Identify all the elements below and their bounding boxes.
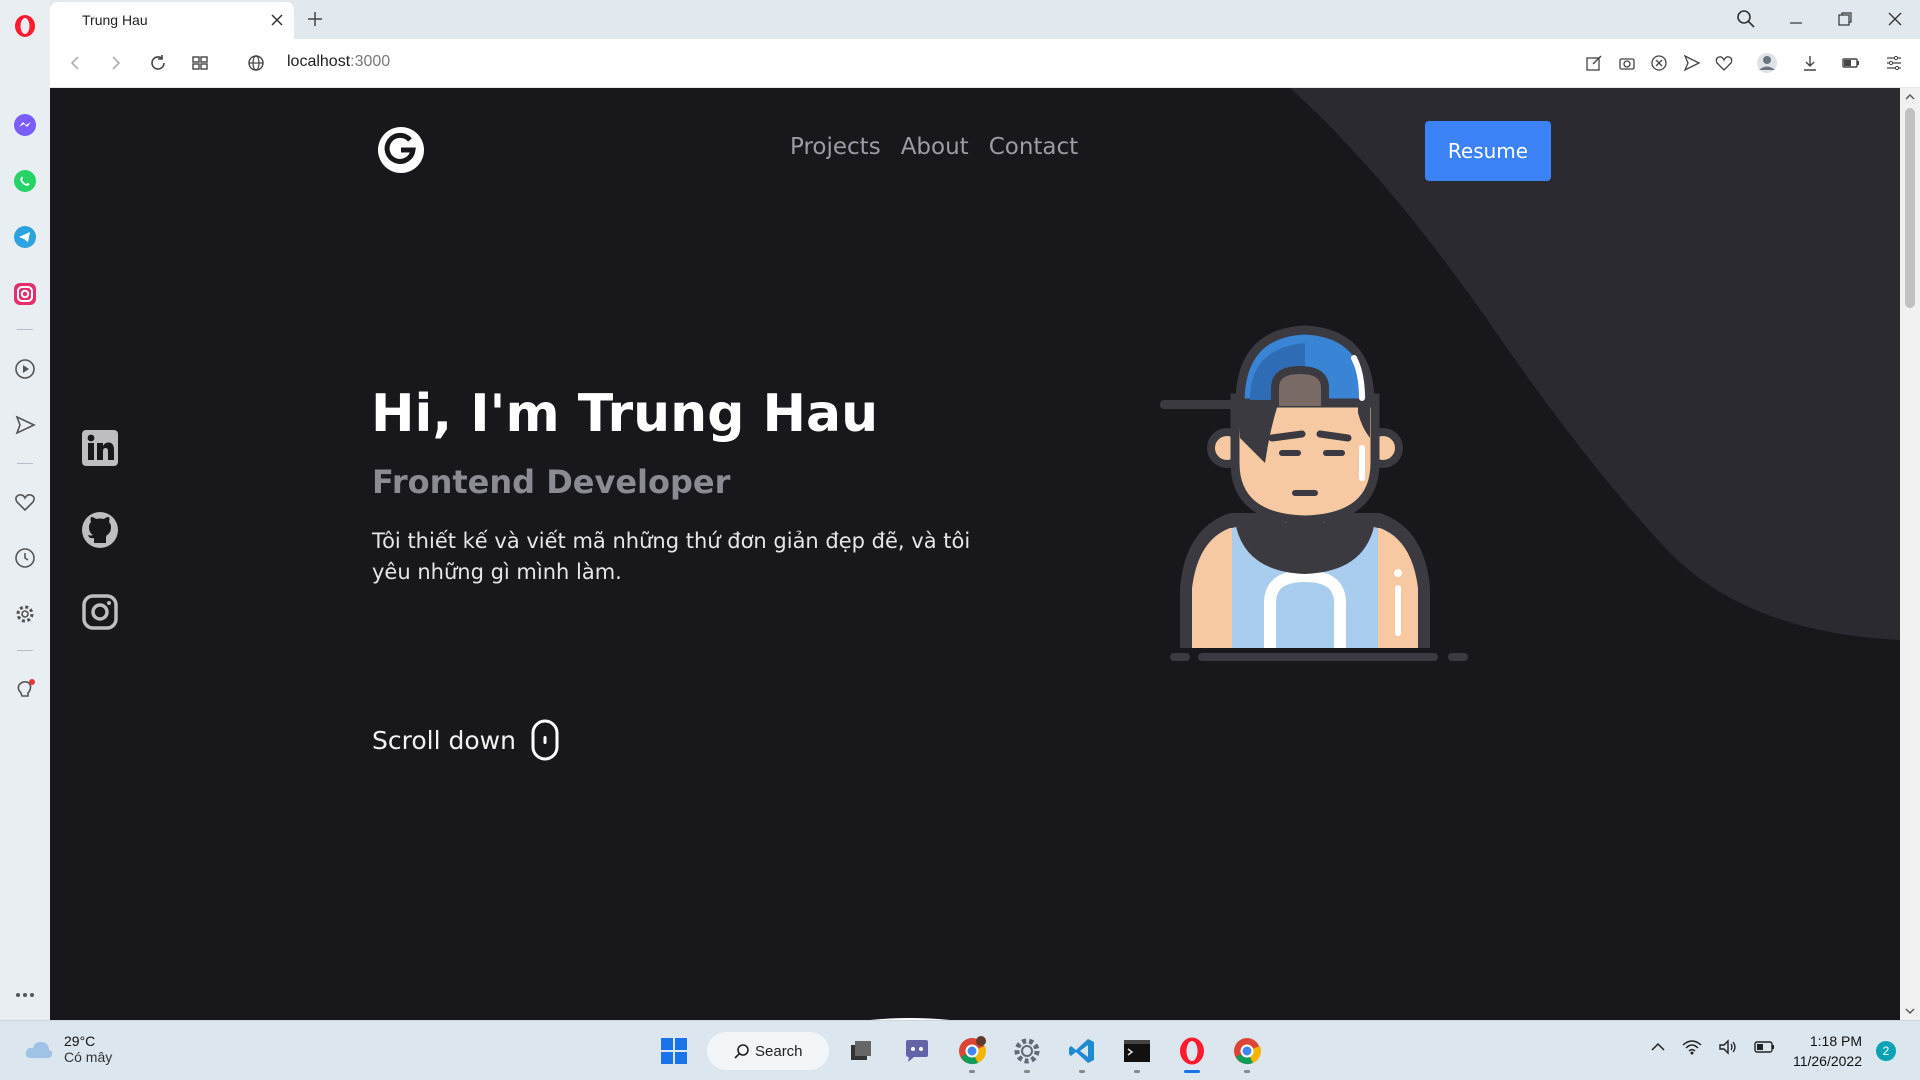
battery-icon[interactable] bbox=[1754, 1039, 1776, 1055]
weather-widget[interactable]: 29°C Có mây bbox=[24, 1033, 112, 1065]
history-icon[interactable] bbox=[13, 546, 37, 570]
avatar-illustration bbox=[1160, 325, 1468, 661]
address-bar: localhost:3000 bbox=[50, 39, 1920, 88]
tab-title: Trung Hau bbox=[82, 12, 148, 28]
site-nav: Projects About Contact bbox=[790, 134, 1078, 160]
messenger-icon[interactable] bbox=[13, 113, 37, 137]
minimize-icon[interactable] bbox=[1785, 8, 1807, 30]
chrome-icon[interactable] bbox=[1229, 1033, 1265, 1073]
search-icon bbox=[734, 1044, 749, 1059]
globe-icon[interactable] bbox=[245, 52, 267, 74]
battery-saver-icon[interactable] bbox=[1840, 52, 1862, 74]
hero-subtitle: Frontend Developer bbox=[372, 463, 731, 501]
taskbar-search-label: Search bbox=[755, 1042, 803, 1060]
nav-about[interactable]: About bbox=[901, 134, 969, 160]
task-view-icon[interactable] bbox=[843, 1033, 879, 1069]
resume-button[interactable]: Resume bbox=[1425, 121, 1551, 181]
opera-taskbar-icon[interactable] bbox=[1174, 1033, 1210, 1073]
clock[interactable]: 1:18 PM 11/26/2022 bbox=[1782, 1031, 1862, 1071]
site-logo[interactable] bbox=[377, 126, 425, 174]
forward-icon[interactable] bbox=[105, 52, 127, 74]
send-icon[interactable] bbox=[13, 413, 37, 437]
taskbar-search[interactable]: Search bbox=[707, 1032, 829, 1070]
browser-sidebar bbox=[0, 0, 50, 1020]
scroll-down-link[interactable]: Scroll down bbox=[372, 718, 560, 762]
close-window-icon[interactable] bbox=[1884, 8, 1906, 30]
telegram-icon[interactable] bbox=[13, 225, 37, 249]
tabs-grid-icon[interactable] bbox=[189, 52, 211, 74]
weather-temp: 29°C bbox=[64, 1033, 96, 1049]
lightbulb-icon[interactable] bbox=[13, 678, 37, 702]
clock-time: 1:18 PM bbox=[1809, 1033, 1862, 1049]
mouse-icon bbox=[531, 719, 559, 761]
chevron-up-icon[interactable] bbox=[1650, 1039, 1666, 1055]
hero-title: Hi, I'm Trung Hau bbox=[371, 384, 879, 444]
instagram-sidebar-icon[interactable] bbox=[13, 282, 37, 306]
volume-icon[interactable] bbox=[1718, 1039, 1738, 1055]
terminal-icon[interactable] bbox=[1119, 1033, 1155, 1073]
start-button[interactable] bbox=[656, 1033, 692, 1069]
url-field[interactable]: localhost:3000 bbox=[287, 53, 390, 71]
profile-avatar[interactable] bbox=[1756, 52, 1778, 74]
camera-icon[interactable] bbox=[1616, 52, 1638, 74]
new-tab-icon[interactable] bbox=[304, 8, 326, 30]
hero-description: Tôi thiết kế và viết mã những thứ đơn gi… bbox=[372, 529, 971, 584]
cloud-icon bbox=[25, 1041, 53, 1058]
teams-chat-icon[interactable] bbox=[899, 1033, 935, 1069]
vscode-icon[interactable] bbox=[1064, 1033, 1100, 1073]
linkedin-icon[interactable] bbox=[80, 428, 120, 468]
close-tab-icon[interactable] bbox=[270, 13, 284, 27]
heart-icon[interactable] bbox=[13, 490, 37, 514]
url-host: localhost bbox=[287, 53, 351, 70]
url-port: :3000 bbox=[350, 53, 391, 70]
reload-icon[interactable] bbox=[147, 52, 169, 74]
more-icon[interactable] bbox=[13, 983, 37, 1007]
taskbar: 29°C Có mây Search 1:18 PM 11/26/2022 2 bbox=[0, 1020, 1920, 1080]
opera-logo-icon[interactable] bbox=[13, 14, 37, 38]
title-bar: Trung Hau bbox=[50, 0, 1920, 39]
bookmark-heart-icon[interactable] bbox=[1713, 52, 1735, 74]
block-icon[interactable] bbox=[1648, 52, 1670, 74]
system-tray bbox=[1650, 1039, 1776, 1055]
chrome-profile-icon[interactable] bbox=[954, 1033, 990, 1073]
back-icon[interactable] bbox=[64, 52, 86, 74]
scrollbar-thumb[interactable] bbox=[1905, 108, 1915, 308]
next-section-edge bbox=[870, 1018, 950, 1020]
tab-trung-hau[interactable]: Trung Hau bbox=[50, 2, 294, 39]
settings-icon[interactable] bbox=[13, 602, 37, 626]
github-icon[interactable] bbox=[80, 510, 120, 550]
player-icon[interactable] bbox=[13, 357, 37, 381]
edit-icon[interactable] bbox=[1583, 52, 1605, 74]
scroll-up-icon[interactable] bbox=[1905, 92, 1915, 102]
weather-condition: Có mây bbox=[64, 1049, 113, 1065]
whatsapp-icon[interactable] bbox=[13, 169, 37, 193]
page-viewport: Projects About Contact Resume Hi, I'm Tr… bbox=[50, 88, 1900, 1020]
share-icon[interactable] bbox=[1681, 52, 1703, 74]
search-tabs-icon[interactable] bbox=[1735, 8, 1757, 30]
instagram-icon[interactable] bbox=[80, 592, 120, 632]
settings-app-icon[interactable] bbox=[1009, 1033, 1045, 1073]
easy-setup-icon[interactable] bbox=[1883, 52, 1905, 74]
nav-contact[interactable]: Contact bbox=[989, 134, 1078, 160]
scroll-down-label: Scroll down bbox=[372, 725, 516, 755]
clock-date: 11/26/2022 bbox=[1792, 1053, 1862, 1069]
wifi-icon[interactable] bbox=[1682, 1039, 1702, 1055]
page-scrollbar[interactable] bbox=[1900, 88, 1920, 1020]
notification-badge[interactable]: 2 bbox=[1876, 1041, 1896, 1061]
download-icon[interactable] bbox=[1799, 52, 1821, 74]
restore-icon[interactable] bbox=[1834, 8, 1856, 30]
social-links bbox=[80, 428, 120, 632]
nav-projects[interactable]: Projects bbox=[790, 134, 881, 160]
scroll-down-icon[interactable] bbox=[1905, 1006, 1915, 1016]
